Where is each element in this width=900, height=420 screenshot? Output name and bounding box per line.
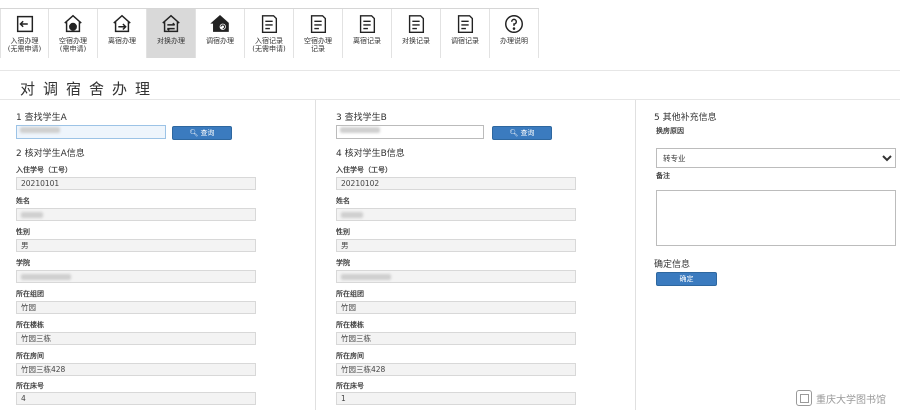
field-value: 20210101 — [16, 177, 256, 190]
field-label: 性别 — [16, 228, 30, 236]
doc-in-icon — [261, 15, 278, 33]
field-label: 入住学号（工号） — [16, 166, 72, 174]
tb-empty-record-button[interactable]: 空宿办理 记录 — [294, 9, 343, 58]
confirm-info-title: 确定信息 — [654, 260, 691, 270]
question-circle-icon — [505, 15, 523, 33]
reason-label: 换房原因 — [656, 127, 684, 135]
field-label: 入住学号（工号） — [336, 166, 392, 174]
student-b-panel: 3 查找学生B 🔍︎ 查询 4 核对学生B信息 入住学号（工号） 20210102… — [328, 100, 636, 410]
field-value: 男 — [336, 239, 576, 252]
field-value — [336, 208, 576, 221]
tb-label: 调宿办理 — [206, 37, 234, 45]
tb-checkin-button[interactable]: 入宿办理 (无需申请) — [0, 9, 49, 58]
field-label: 所在组团 — [16, 290, 44, 298]
remark-label: 备注 — [656, 172, 670, 180]
field-value — [16, 208, 256, 221]
watermark: 重庆大学图书馆 — [796, 390, 886, 406]
page-title: 对调宿舍办理 — [20, 80, 159, 98]
field-label: 所在床号 — [336, 382, 364, 390]
field-value: 竹园三栋428 — [16, 363, 256, 376]
field-label: 性别 — [336, 228, 350, 236]
field-label: 姓名 — [336, 197, 350, 205]
field-label: 姓名 — [16, 197, 30, 205]
arrow-left-box-icon — [16, 15, 33, 33]
verify-student-a-title: 2 核对学生A信息 — [16, 149, 85, 159]
find-student-a-title: 1 查找学生A — [16, 113, 67, 123]
find-student-b-title: 3 查找学生B — [336, 113, 387, 123]
field-label: 所在楼栋 — [16, 321, 44, 329]
house-globe-icon — [64, 14, 82, 33]
tb-label: 空宿办理 (需申请) — [59, 37, 87, 53]
doc-empty-icon — [310, 15, 327, 33]
tb-label: 办理说明 — [500, 37, 528, 45]
field-value: 竹园三栋 — [336, 332, 576, 345]
student-a-search-button[interactable]: 🔍︎ 查询 — [172, 126, 232, 140]
tb-label: 调宿记录 — [451, 37, 479, 45]
field-value — [336, 270, 576, 283]
field-label: 学院 — [16, 259, 30, 267]
tb-adjust-button[interactable]: 调宿办理 — [196, 9, 245, 58]
doc-adjust-icon — [457, 15, 474, 33]
tb-help-button[interactable]: 办理说明 — [490, 9, 539, 58]
field-value: 竹园三栋 — [16, 332, 256, 345]
search-icon: 🔍︎ — [189, 129, 199, 137]
field-value: 1 — [336, 392, 576, 405]
reason-select[interactable]: 转专业 — [656, 148, 896, 168]
tb-swap-button[interactable]: 对换办理 — [147, 9, 196, 58]
house-swap-icon — [162, 14, 180, 33]
field-label: 学院 — [336, 259, 350, 267]
tb-label: 对换记录 — [402, 37, 430, 45]
student-b-search-input[interactable] — [336, 125, 484, 139]
verify-student-b-title: 4 核对学生B信息 — [336, 149, 405, 159]
field-label: 所在楼栋 — [336, 321, 364, 329]
field-label: 所在组团 — [336, 290, 364, 298]
tb-label: 入宿办理 (无需申请) — [7, 37, 42, 53]
tb-empty-button[interactable]: 空宿办理 (需申请) — [49, 9, 98, 58]
field-label: 所在房间 — [336, 352, 364, 360]
search-icon: 🔍︎ — [509, 129, 519, 137]
tb-checkout-record-button[interactable]: 离宿记录 — [343, 9, 392, 58]
house-refresh-icon — [210, 15, 229, 32]
toolbar: 入宿办理 (无需申请) 空宿办理 (需申请) 离宿办理 对换办理 调宿办理 入宿记录… — [0, 8, 539, 58]
divider — [0, 70, 900, 71]
field-value: 4 — [16, 392, 256, 405]
student-a-search-input[interactable] — [16, 125, 166, 139]
arrow-right-box-icon — [113, 14, 131, 33]
field-label: 所在床号 — [16, 382, 44, 390]
field-value: 20210102 — [336, 177, 576, 190]
extra-info-title: 5 其他补充信息 — [654, 113, 717, 123]
field-label: 所在房间 — [16, 352, 44, 360]
tb-label: 对换办理 — [157, 37, 185, 45]
tb-label: 入宿记录 (无需申请) — [252, 37, 286, 53]
field-value: 竹园 — [16, 301, 256, 314]
doc-out-icon — [359, 15, 376, 33]
field-value: 男 — [16, 239, 256, 252]
extra-info-panel: 5 其他补充信息 换房原因 转专业 备注 确定信息 确定 — [648, 100, 900, 410]
field-value: 竹园 — [336, 301, 576, 314]
watermark-text: 重庆大学图书馆 — [816, 394, 886, 406]
tb-label: 空宿办理 记录 — [304, 37, 332, 53]
confirm-button[interactable]: 确定 — [656, 272, 717, 286]
doc-swap-icon — [408, 15, 425, 33]
tb-label: 离宿记录 — [353, 37, 381, 45]
student-b-search-button[interactable]: 🔍︎ 查询 — [492, 126, 552, 140]
tb-swap-record-button[interactable]: 对换记录 — [392, 9, 441, 58]
field-value — [16, 270, 256, 283]
tb-checkout-button[interactable]: 离宿办理 — [98, 9, 147, 58]
student-a-panel: 1 查找学生A 🔍︎ 查询 2 核对学生A信息 入住学号（工号） 20210101… — [8, 100, 316, 410]
remark-textarea[interactable] — [656, 190, 896, 246]
tb-checkin-record-button[interactable]: 入宿记录 (无需申请) — [245, 9, 294, 58]
field-value: 竹园三栋428 — [336, 363, 576, 376]
tb-adjust-record-button[interactable]: 调宿记录 — [441, 9, 490, 58]
library-logo-icon — [796, 390, 812, 406]
tb-label: 离宿办理 — [108, 37, 136, 45]
